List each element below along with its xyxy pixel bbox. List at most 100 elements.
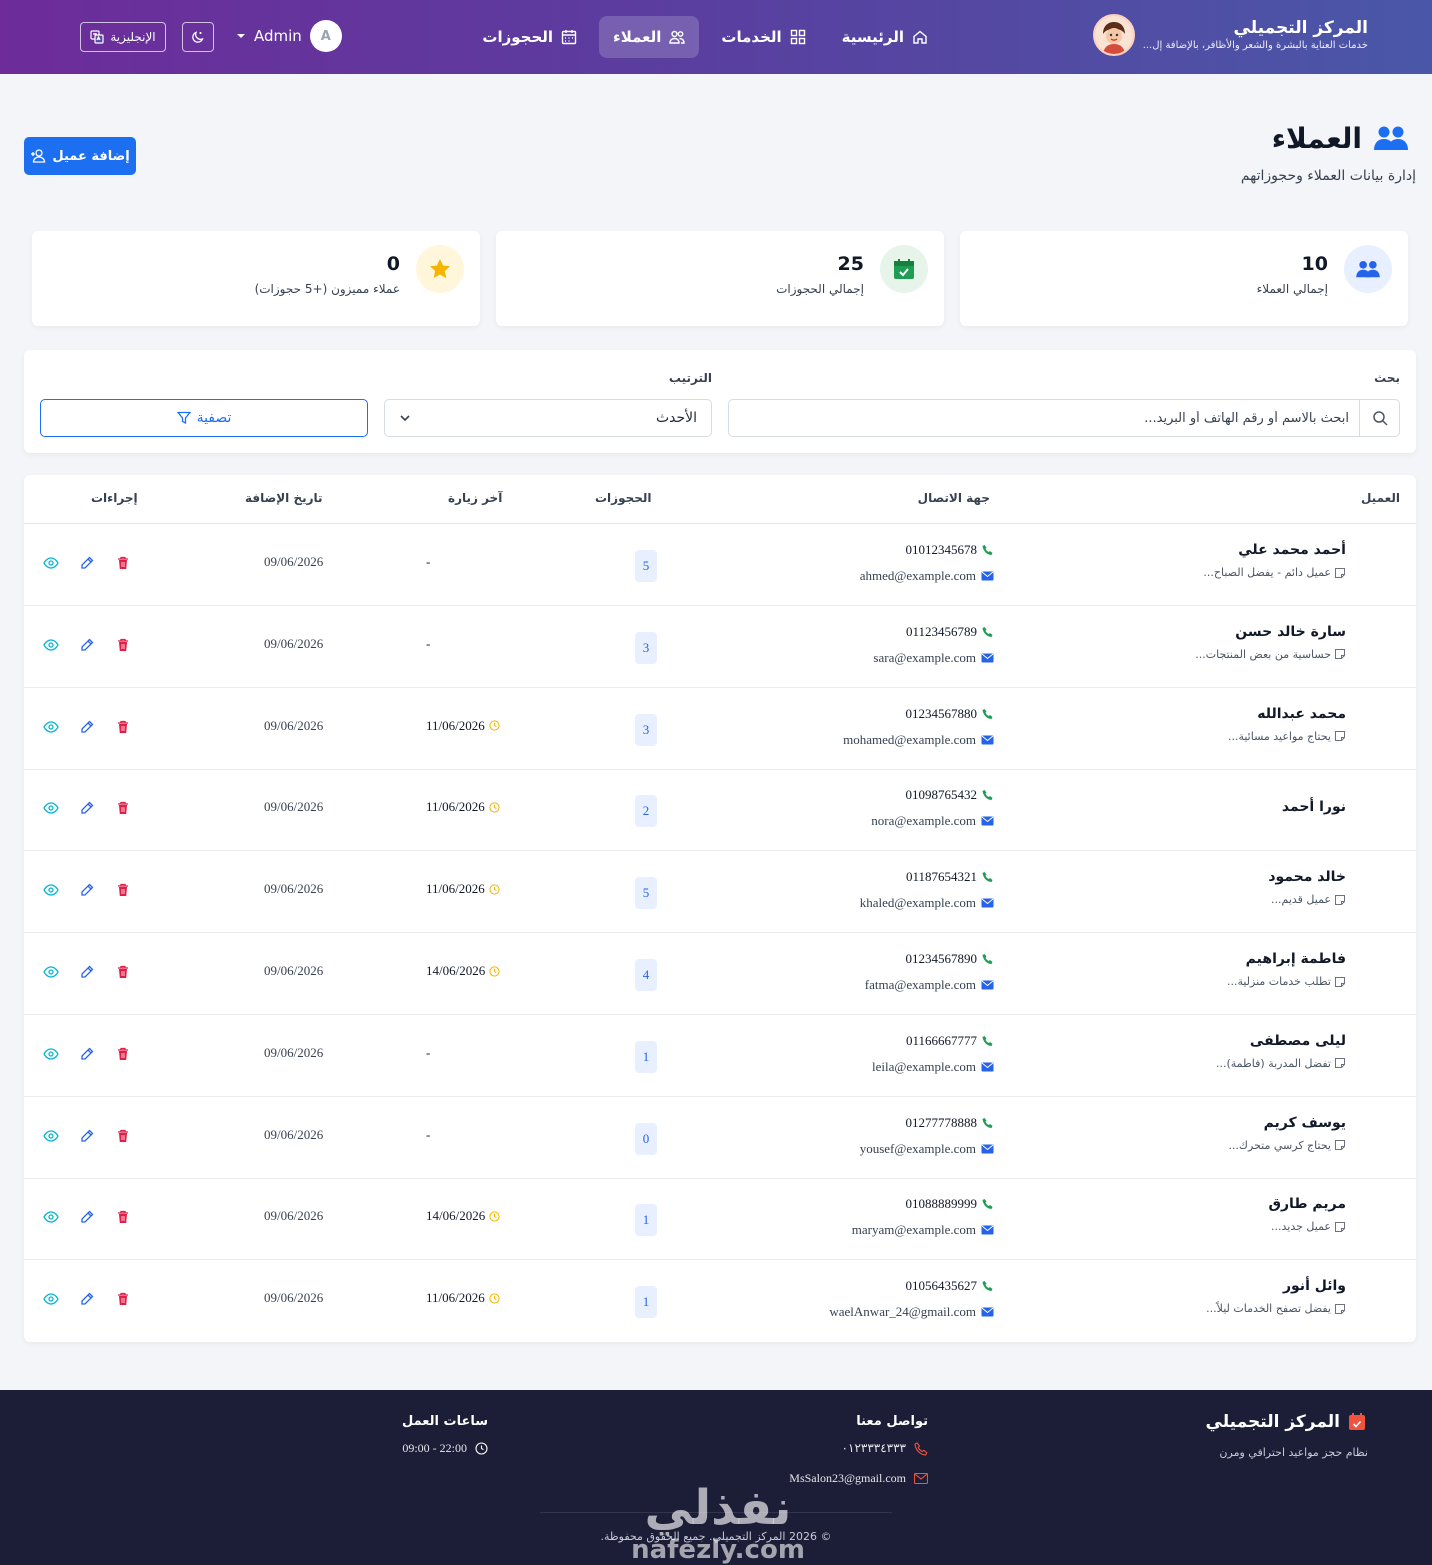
date-added: 09/06/2026 (264, 881, 324, 897)
view-icon[interactable] (42, 881, 60, 899)
footer-hours-title: ساعات العمل (401, 1414, 488, 1429)
edit-icon[interactable] (78, 1127, 96, 1145)
calendar-icon (1348, 1413, 1366, 1431)
search-input[interactable] (729, 400, 1359, 436)
sort-select[interactable]: الأحدث (384, 399, 712, 437)
footer-contact-title: تواصل معنا (856, 1414, 928, 1429)
bookings-count-badge: 3 (635, 713, 657, 746)
edit-icon[interactable] (78, 881, 96, 899)
footer-hours-text: 22:00 - 09:00 (402, 1441, 467, 1455)
delete-icon[interactable] (114, 881, 132, 899)
bookings-count-badge: 1 (635, 1204, 657, 1237)
stat-card-vip-clients: 0 عملاء مميزون (+5 حجوزات) (32, 231, 480, 326)
delete-icon[interactable] (114, 718, 132, 736)
edit-icon[interactable] (78, 554, 96, 572)
edit-icon[interactable] (78, 718, 96, 736)
view-icon[interactable] (42, 963, 60, 981)
client-email-text: maryam@example.com (851, 1222, 976, 1238)
client-note-text: يحتاج مواعيد مسائية... (1227, 729, 1331, 743)
last-visit-text: - (426, 554, 431, 569)
stat-label: إجمالي الحجوزات (776, 282, 864, 296)
search-box (728, 399, 1400, 437)
envelope-icon (981, 735, 994, 745)
client-name: محمد عبدالله (1257, 705, 1346, 722)
delete-icon[interactable] (114, 554, 132, 572)
chevron-down-icon (399, 412, 411, 424)
delete-icon[interactable] (114, 963, 132, 981)
delete-icon[interactable] (114, 799, 132, 817)
language-toggle-button[interactable]: الإنجليزية (80, 22, 166, 52)
client-email: sara@example.com (873, 650, 994, 666)
edit-icon[interactable] (78, 1290, 96, 1308)
delete-icon[interactable] (114, 1208, 132, 1226)
table-row: نورا أحمد 01098765432 nora@example.com 2… (24, 769, 1416, 852)
edit-icon[interactable] (78, 799, 96, 817)
view-icon[interactable] (42, 799, 60, 817)
client-note-text: يفضل تصفح الخدمات ليلاً... (1206, 1302, 1331, 1316)
bookings-count-badge: 1 (635, 1286, 657, 1319)
edit-icon[interactable] (78, 636, 96, 654)
client-email-text: ahmed@example.com (859, 568, 976, 583)
bookings-count-badge: 1 (635, 1040, 657, 1073)
nav-services-label: الخدمات (721, 28, 782, 46)
envelope-icon (981, 816, 994, 826)
view-icon[interactable] (42, 554, 60, 572)
last-visit-text: 11/06/2026 (426, 717, 485, 733)
user-menu[interactable]: A Admin (236, 20, 342, 52)
client-phone: 01012345678 (906, 542, 995, 558)
nav-clients[interactable]: العملاء (599, 16, 700, 58)
add-client-button[interactable]: إضافة عميل (24, 137, 136, 175)
client-phone: 01166667777 (906, 1033, 994, 1049)
view-icon[interactable] (42, 636, 60, 654)
delete-icon[interactable] (114, 1045, 132, 1063)
edit-icon[interactable] (78, 963, 96, 981)
phone-icon (982, 871, 994, 883)
footer-brand: المركز التجميلي (1206, 1412, 1366, 1432)
bookings-count-badge: 4 (635, 959, 657, 991)
clock-icon (489, 802, 500, 813)
client-name: مريم طارق (1268, 1196, 1346, 1213)
delete-icon[interactable] (114, 1290, 132, 1308)
search-label: بحث (1374, 371, 1400, 385)
table-row: سارة خالد حسن حساسية من بعض المنتجات... … (24, 606, 1416, 688)
delete-icon[interactable] (114, 1127, 132, 1145)
filter-button[interactable]: تصفية (40, 399, 368, 437)
clock-icon (475, 1442, 488, 1455)
view-icon[interactable] (42, 1290, 60, 1308)
edit-icon[interactable] (78, 1045, 96, 1063)
date-added: 09/06/2026 (264, 717, 324, 733)
dark-mode-toggle[interactable] (182, 22, 214, 52)
client-note: تفضل المدربة (فاطمة)... (1216, 1057, 1346, 1070)
client-phone: 01056435627 (906, 1278, 995, 1294)
edit-icon[interactable] (78, 1208, 96, 1226)
row-actions (42, 1127, 132, 1145)
column-header-client: العميل (1360, 491, 1400, 505)
brand[interactable]: المركز التجميلي خدمات العناية بالبشرة وا… (1092, 14, 1368, 56)
nav-services[interactable]: الخدمات (707, 16, 819, 58)
client-email-text: yousef@example.com (859, 1140, 976, 1156)
search-icon[interactable] (1359, 400, 1399, 436)
client-name: أحمد محمد علي (1238, 542, 1346, 558)
client-email: yousef@example.com (860, 1141, 994, 1157)
delete-icon[interactable] (114, 636, 132, 654)
client-note-text: عميل دائم - يفضل الصباح... (1203, 566, 1331, 579)
view-icon[interactable] (42, 1127, 60, 1145)
view-icon[interactable] (42, 1208, 60, 1226)
bookings-count-badge: 2 (635, 795, 657, 828)
client-email: leila@example.com (872, 1059, 994, 1075)
nav-home[interactable]: الرئيسية (828, 16, 942, 58)
brand-name: المركز التجميلي (1233, 18, 1368, 38)
watermark-arabic: نفذلي (645, 1480, 792, 1536)
phone-icon (982, 1280, 994, 1292)
phone-icon (982, 1117, 994, 1129)
view-icon[interactable] (42, 1045, 60, 1063)
nav-bookings[interactable]: الحجوزات (468, 16, 591, 58)
client-phone-text: 01166667777 (905, 1032, 977, 1048)
client-email: nora@example.com (871, 813, 994, 829)
watermark-domain: nafezly.com (631, 1535, 805, 1564)
translate-icon (90, 30, 104, 44)
view-icon[interactable] (42, 718, 60, 736)
stat-value: 10 (1301, 253, 1328, 275)
client-note-text: عميل قديم... (1271, 893, 1331, 907)
phone-icon (982, 1035, 994, 1047)
